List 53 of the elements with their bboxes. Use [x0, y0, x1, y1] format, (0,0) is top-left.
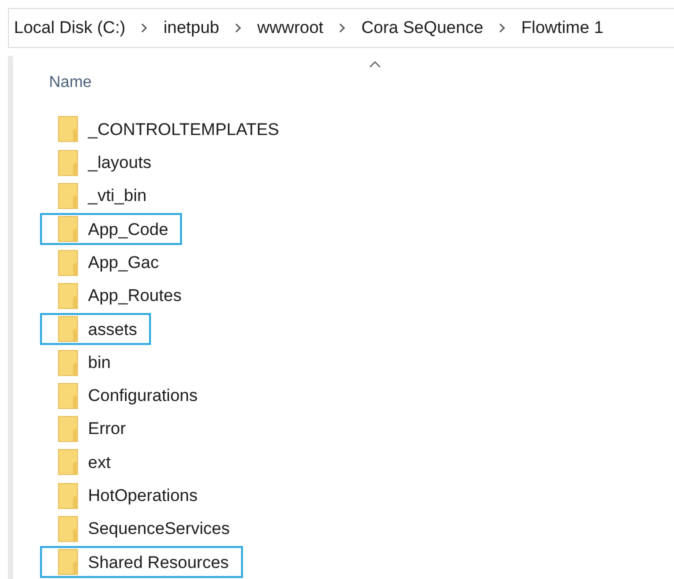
folder-item[interactable]: ext — [40, 446, 125, 478]
folder-item[interactable]: App_Gac — [40, 246, 173, 279]
breadcrumb-item[interactable]: inetpub — [163, 15, 220, 41]
chevron-right-icon — [234, 23, 242, 33]
folder-icon — [58, 316, 80, 342]
folder-name: App_Gac — [88, 252, 159, 274]
sort-caret-icon — [369, 61, 381, 68]
folder-icon — [58, 416, 80, 442]
folder-icon — [58, 183, 80, 210]
folder-icon — [58, 549, 80, 576]
folder-name: SequenceServices — [88, 518, 230, 540]
folder-name: bin — [88, 352, 111, 374]
chevron-right-icon — [140, 23, 148, 33]
folder-item[interactable]: _layouts — [40, 146, 166, 179]
folder-icon — [58, 150, 80, 176]
folder-icon — [58, 282, 80, 309]
folder-icon — [58, 516, 80, 542]
folder-item[interactable]: App_Routes — [40, 280, 196, 312]
folder-item[interactable]: assets — [40, 313, 152, 346]
breadcrumb-item[interactable]: Local Disk (C:) — [14, 15, 126, 41]
folder-name: App_Routes — [88, 285, 182, 308]
folder-name: Error — [88, 418, 126, 440]
chevron-right-icon — [338, 23, 346, 33]
folder-item[interactable]: Error — [40, 413, 140, 446]
folder-icon — [58, 449, 80, 476]
folder-name: Shared Resources — [88, 552, 229, 574]
folder-item[interactable]: bin — [40, 346, 125, 379]
column-header[interactable]: Name — [49, 74, 92, 91]
folder-icon — [58, 382, 80, 409]
breadcrumb-item[interactable]: Flowtime 1 — [521, 15, 604, 41]
folder-name: _CONTROLTEMPLATES — [88, 118, 280, 141]
folder-item[interactable]: Shared Resources — [40, 546, 243, 578]
folder-name: HotOperations — [88, 485, 198, 507]
folder-name: _vti_bin — [88, 185, 147, 208]
folder-icon — [58, 482, 80, 509]
folder-item[interactable]: SequenceServices — [40, 513, 244, 546]
folder-item[interactable]: _CONTROLTEMPLATES — [40, 113, 294, 146]
folder-icon — [58, 250, 80, 276]
folder-name: _layouts — [88, 152, 152, 174]
folder-item[interactable]: HotOperations — [40, 480, 212, 512]
folder-item[interactable]: _vti_bin — [40, 180, 161, 212]
folder-icon — [58, 116, 80, 142]
folder-item[interactable]: App_Code — [40, 213, 182, 246]
folder-name: ext — [88, 452, 111, 474]
folder-name: Configurations — [88, 385, 198, 408]
folder-name: App_Code — [88, 218, 168, 241]
chevron-right-icon — [498, 23, 506, 33]
folder-item[interactable]: Configurations — [40, 380, 212, 412]
folder-icon — [58, 216, 80, 242]
folder-name: assets — [88, 318, 138, 341]
breadcrumb-item[interactable]: Cora SeQuence — [361, 15, 484, 41]
folder-icon — [58, 350, 80, 376]
breadcrumb-item[interactable]: wwwroot — [257, 15, 324, 41]
